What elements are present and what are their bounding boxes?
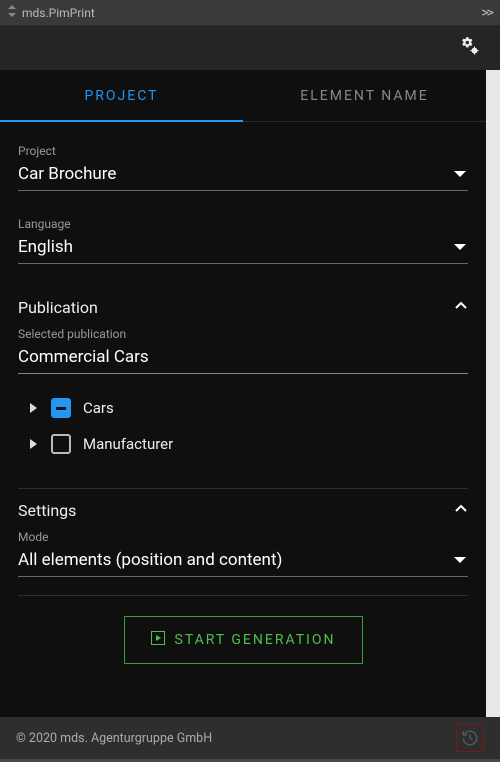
scrollbar[interactable]	[486, 70, 500, 717]
divider	[18, 595, 468, 596]
titlebar: mds.PimPrint >>	[0, 0, 500, 26]
section-settings-header[interactable]: Settings	[18, 493, 468, 530]
tab-element-label: ELEMENT NAME	[300, 88, 428, 104]
field-mode: Mode All elements (position and content)	[18, 530, 468, 577]
tab-project-label: PROJECT	[84, 88, 158, 104]
publication-tree: Cars Manufacturer	[18, 384, 468, 480]
chevron-up-icon	[454, 501, 468, 520]
section-settings-title: Settings	[18, 501, 454, 520]
project-value: Car Brochure	[18, 164, 454, 184]
caret-down-icon	[454, 244, 466, 250]
drag-handle-icon[interactable]	[8, 5, 16, 20]
copyright-text: © 2020 mds. Agenturgruppe GmbH	[16, 731, 212, 746]
caret-down-icon	[454, 171, 466, 177]
mode-select[interactable]: All elements (position and content)	[18, 546, 468, 577]
tab-project[interactable]: PROJECT	[0, 70, 243, 121]
selected-pub-display: Commercial Cars	[18, 343, 468, 374]
tree-label-manufacturer: Manufacturer	[83, 435, 173, 453]
expand-icon[interactable]: >>	[481, 5, 492, 21]
content-scroll: Project Car Brochure Language English Pu…	[0, 122, 486, 717]
field-selected-publication: Selected publication Commercial Cars	[18, 327, 468, 374]
checkbox-cars[interactable]	[51, 398, 71, 418]
expand-caret-icon[interactable]	[30, 439, 37, 449]
section-publication-title: Publication	[18, 298, 454, 317]
start-generation-button[interactable]: START GENERATION	[124, 616, 363, 664]
tab-element-name[interactable]: ELEMENT NAME	[243, 70, 486, 121]
tree-item-cars[interactable]: Cars	[22, 390, 468, 426]
app-root: mds.PimPrint >> PROJECT ELEMENT NAME	[0, 0, 500, 762]
field-project: Project Car Brochure	[18, 144, 468, 191]
chevron-up-icon	[454, 298, 468, 317]
start-button-label: START GENERATION	[175, 632, 336, 648]
play-icon	[151, 631, 165, 649]
tree-label-cars: Cars	[83, 399, 114, 417]
window-title: mds.PimPrint	[22, 6, 95, 20]
settings-gears-icon[interactable]	[458, 35, 480, 61]
divider	[18, 488, 468, 489]
field-selected-pub-label: Selected publication	[18, 327, 468, 341]
field-mode-label: Mode	[18, 530, 468, 544]
mode-value: All elements (position and content)	[18, 550, 454, 570]
selected-pub-value: Commercial Cars	[18, 347, 466, 367]
start-row: START GENERATION	[18, 600, 468, 692]
checkbox-manufacturer[interactable]	[51, 434, 71, 454]
language-select[interactable]: English	[18, 233, 468, 264]
project-select[interactable]: Car Brochure	[18, 160, 468, 191]
history-icon[interactable]	[456, 724, 484, 752]
section-publication-header[interactable]: Publication	[18, 290, 468, 327]
tree-item-manufacturer[interactable]: Manufacturer	[22, 426, 468, 462]
toolbar	[0, 26, 500, 70]
language-value: English	[18, 237, 454, 257]
field-language-label: Language	[18, 217, 468, 231]
footer: © 2020 mds. Agenturgruppe GmbH	[0, 717, 500, 759]
field-project-label: Project	[18, 144, 468, 158]
field-language: Language English	[18, 217, 468, 264]
tab-bar: PROJECT ELEMENT NAME	[0, 70, 486, 122]
expand-caret-icon[interactable]	[30, 403, 37, 413]
caret-down-icon	[454, 557, 466, 563]
main-area: PROJECT ELEMENT NAME Project Car Brochur…	[0, 70, 500, 717]
panel: PROJECT ELEMENT NAME Project Car Brochur…	[0, 70, 486, 717]
